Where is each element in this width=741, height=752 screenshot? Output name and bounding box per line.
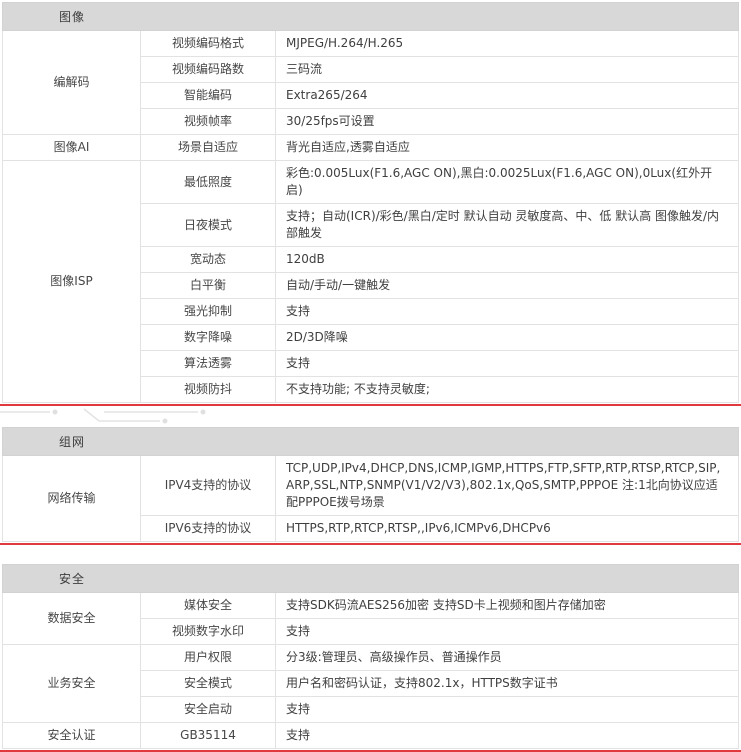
table-row: 安全认证 GB35114 支持 [3, 723, 739, 749]
spec-value: MJPEG/H.264/H.265 [276, 31, 739, 57]
spec-value: 自动/手动/一键触发 [276, 273, 739, 299]
spec-value: 支持；自动(ICR)/彩色/黑白/定时 默认自动 灵敏度高、中、低 默认高 图像… [276, 204, 739, 247]
table-row: 图像AI 场景自适应 背光自适应,透雾自适应 [3, 135, 739, 161]
section-header-security: 安全 [3, 565, 739, 593]
spec-value: 不支持功能; 不支持灵敏度; [276, 377, 739, 403]
spec-value: 彩色:0.005Lux(F1.6,AGC ON),黑白:0.0025Lux(F1… [276, 161, 739, 204]
table-row: 网络传输 IPV4支持的协议 TCP,UDP,IPv4,DHCP,DNS,ICM… [3, 456, 739, 516]
section-header-cell: 组网 [3, 428, 739, 456]
spec-value: 背光自适应,透雾自适应 [276, 135, 739, 161]
spec-value: TCP,UDP,IPv4,DHCP,DNS,ICMP,IGMP,HTTPS,FT… [276, 456, 739, 516]
spec-label: 媒体安全 [141, 593, 276, 619]
section-title: 组网 [3, 433, 141, 450]
spec-value: 支持 [276, 723, 739, 749]
spec-value: HTTPS,RTP,RTCP,RTSP,,IPv6,ICMPv6,DHCPv6 [276, 516, 739, 542]
table-row: 数据安全 媒体安全 支持SDK码流AES256加密 支持SD卡上视频和图片存储加… [3, 593, 739, 619]
group-cell-network-transfer: 网络传输 [3, 456, 141, 542]
spec-table-security: 安全 数据安全 媒体安全 支持SDK码流AES256加密 支持SD卡上视频和图片… [2, 564, 739, 749]
group-cell-image-isp: 图像ISP [3, 161, 141, 403]
spec-label: 场景自适应 [141, 135, 276, 161]
spec-label: 视频编码格式 [141, 31, 276, 57]
table-row: 业务安全 用户权限 分3级:管理员、高级操作员、普通操作员 [3, 645, 739, 671]
table-row: 编解码 视频编码格式 MJPEG/H.264/H.265 [3, 31, 739, 57]
spec-value: 用户名和密码认证，支持802.1x，HTTPS数字证书 [276, 671, 739, 697]
spec-value: 支持SDK码流AES256加密 支持SD卡上视频和图片存储加密 [276, 593, 739, 619]
section-header-network: 组网 [3, 428, 739, 456]
spec-label: 用户权限 [141, 645, 276, 671]
spec-value: 支持 [276, 697, 739, 723]
spec-label: 视频防抖 [141, 377, 276, 403]
table-gap [0, 545, 741, 564]
spec-label: 安全模式 [141, 671, 276, 697]
section-header-image: 图像 [3, 3, 739, 31]
table-row: 图像ISP 最低照度 彩色:0.005Lux(F1.6,AGC ON),黑白:0… [3, 161, 739, 204]
spec-value: 分3级:管理员、高级操作员、普通操作员 [276, 645, 739, 671]
spec-table-image: 图像 编解码 视频编码格式 MJPEG/H.264/H.265 视频编码路数 三… [2, 2, 739, 403]
spec-label: 强光抑制 [141, 299, 276, 325]
circuit-trace-decoration [0, 408, 220, 426]
section-title: 图像 [3, 8, 141, 25]
spec-label: 视频帧率 [141, 109, 276, 135]
spec-label: 宽动态 [141, 247, 276, 273]
spec-value: 30/25fps可设置 [276, 109, 739, 135]
spec-table-network: 组网 网络传输 IPV4支持的协议 TCP,UDP,IPv4,DHCP,DNS,… [2, 427, 739, 542]
spec-label: 智能编码 [141, 83, 276, 109]
spec-value: 120dB [276, 247, 739, 273]
spec-label: 日夜模式 [141, 204, 276, 247]
spec-label: 最低照度 [141, 161, 276, 204]
group-cell-codec: 编解码 [3, 31, 141, 135]
table-gap [0, 406, 741, 427]
spec-label: 视频数字水印 [141, 619, 276, 645]
spec-value: Extra265/264 [276, 83, 739, 109]
spec-label: 白平衡 [141, 273, 276, 299]
spec-label: IPV6支持的协议 [141, 516, 276, 542]
group-cell-data-security: 数据安全 [3, 593, 141, 645]
spec-label: 视频编码路数 [141, 57, 276, 83]
section-header-cell: 安全 [3, 565, 739, 593]
spec-label: 安全启动 [141, 697, 276, 723]
spec-label: GB35114 [141, 723, 276, 749]
group-cell-image-ai: 图像AI [3, 135, 141, 161]
spec-value: 三码流 [276, 57, 739, 83]
spec-value: 2D/3D降噪 [276, 325, 739, 351]
section-header-cell: 图像 [3, 3, 739, 31]
spec-label: 数字降噪 [141, 325, 276, 351]
spec-value: 支持 [276, 299, 739, 325]
spec-label: 算法透雾 [141, 351, 276, 377]
spec-value: 支持 [276, 351, 739, 377]
group-cell-service-security: 业务安全 [3, 645, 141, 723]
section-title: 安全 [3, 570, 141, 587]
spec-value: 支持 [276, 619, 739, 645]
spec-sheet-page: 图像 编解码 视频编码格式 MJPEG/H.264/H.265 视频编码路数 三… [0, 0, 741, 752]
spec-label: IPV4支持的协议 [141, 456, 276, 516]
group-cell-security-cert: 安全认证 [3, 723, 141, 749]
